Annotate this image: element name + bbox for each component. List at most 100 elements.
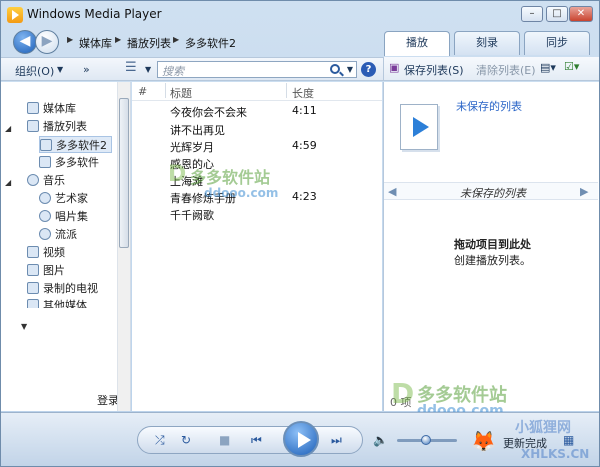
- sidebar-item-label: 多多软件: [55, 156, 99, 169]
- table-row[interactable]: 青春修炼手册 4:23: [166, 190, 382, 205]
- track-length: 4:23: [292, 190, 317, 203]
- repeat-icon[interactable]: ↻: [181, 433, 191, 447]
- genre-icon: [39, 228, 51, 240]
- sidebar-item-playlist-1[interactable]: 多多软件: [39, 154, 99, 171]
- column-divider: [165, 83, 166, 98]
- more-menu[interactable]: »: [83, 63, 90, 76]
- column-header-length[interactable]: 长度: [292, 85, 314, 101]
- sidebar-item-label: 多多软件2: [56, 139, 107, 152]
- volume-icon[interactable]: 🔈: [373, 433, 388, 447]
- play-button[interactable]: [283, 421, 319, 457]
- picture-icon: [27, 264, 39, 276]
- chevron-down-icon[interactable]: ▼: [21, 322, 27, 331]
- switch-view-icon[interactable]: ▦: [563, 433, 574, 447]
- track-length: 4:11: [292, 104, 317, 117]
- sidebar-item-genres[interactable]: 流派: [39, 226, 77, 243]
- forward-button[interactable]: ▶: [35, 30, 59, 54]
- playlist-bar-label: 未保存的列表: [460, 187, 526, 200]
- table-row[interactable]: 今夜你会不会来 4:11: [166, 104, 382, 119]
- volume-slider-thumb[interactable]: [421, 435, 431, 445]
- sidebar-item-albums[interactable]: 唱片集: [39, 208, 88, 225]
- panel-tabs: 播放 刻录 同步: [384, 31, 599, 56]
- minimize-button[interactable]: –: [521, 6, 543, 22]
- sidebar-item-playlists[interactable]: 播放列表: [27, 118, 87, 135]
- login-link[interactable]: 登录: [97, 392, 119, 409]
- create-playlist-hint: 创建播放列表。: [454, 254, 531, 267]
- next-icon[interactable]: ⏭: [331, 433, 342, 448]
- sidebar-item-videos[interactable]: 视频: [27, 244, 65, 261]
- back-button[interactable]: ◀: [13, 30, 37, 54]
- library-icon: [27, 102, 39, 114]
- playlist-name[interactable]: 未保存的列表: [456, 98, 522, 114]
- view-options-icon[interactable]: ☰: [125, 60, 137, 75]
- close-button[interactable]: ✕: [569, 6, 593, 22]
- stop-icon[interactable]: ■: [219, 433, 230, 447]
- sidebar-item-pictures[interactable]: 图片: [27, 262, 65, 279]
- tab-burn[interactable]: 刻录: [454, 31, 520, 55]
- video-icon: [27, 246, 39, 258]
- media-player-window: Windows Media Player – □ ✕ ◀ ▶ ▶ 媒体库 ▶ 播…: [0, 0, 600, 467]
- track-title: 讲不出再见: [170, 124, 225, 137]
- item-count: 0 项: [390, 396, 412, 409]
- header-divider: [132, 100, 382, 101]
- track-title: 今夜你会不会来: [170, 106, 247, 119]
- save-icon: ▣: [389, 61, 400, 74]
- sidebar-item-label: 艺术家: [55, 192, 88, 205]
- sidebar-item-label: 播放列表: [43, 120, 87, 133]
- music-note-icon: [27, 174, 39, 186]
- table-row[interactable]: 上海滩: [166, 173, 382, 188]
- playback-controls: ⤮ ↻ ■ ⏮ ⏭ 🔈 🦊 更新完成 ▦ 小狐狸网 XHLKS.CN: [1, 412, 599, 466]
- view-options-dropdown[interactable]: ▼: [145, 65, 151, 74]
- scrollbar-thumb[interactable]: [119, 98, 129, 248]
- playlist-icon: [40, 139, 52, 151]
- save-list-button[interactable]: 保存列表(S): [404, 62, 464, 78]
- column-header-title[interactable]: 标题: [170, 85, 192, 101]
- previous-icon[interactable]: ⏮: [251, 433, 262, 448]
- sidebar-item-recorded-tv[interactable]: 录制的电视: [27, 280, 98, 297]
- sidebar-item-label: 其他媒体: [43, 299, 87, 308]
- organize-menu[interactable]: 组织(O): [15, 63, 54, 79]
- track-title: 千千阙歌: [170, 209, 214, 222]
- column-header-number[interactable]: #: [138, 85, 147, 98]
- breadcrumb-separator-icon: ▶: [67, 35, 74, 44]
- search-input[interactable]: 搜索 ▼: [157, 61, 357, 78]
- sidebar-item-library[interactable]: 媒体库: [27, 100, 76, 117]
- search-icon[interactable]: [330, 64, 340, 74]
- expand-icon[interactable]: ◢: [5, 178, 11, 187]
- table-row[interactable]: 光辉岁月 4:59: [166, 139, 382, 154]
- sidebar-item-music[interactable]: 音乐: [27, 172, 65, 189]
- chevron-down-icon[interactable]: ▼: [57, 65, 63, 74]
- sidebar-item-playlist-2[interactable]: 多多软件2: [39, 136, 112, 153]
- drag-hint: 拖动项目到此处: [454, 238, 531, 251]
- search-dropdown-icon[interactable]: ▼: [347, 65, 353, 74]
- playlist-pane: 未保存的列表 ◀ 未保存的列表 ▶ 拖动项目到此处 创建播放列表。 0 项: [383, 82, 599, 411]
- artist-icon: [39, 192, 51, 204]
- shuffle-icon[interactable]: ⤮: [155, 433, 165, 448]
- breadcrumb-playlists[interactable]: 播放列表: [127, 35, 171, 51]
- playlist-icon: [400, 104, 438, 150]
- tab-play[interactable]: 播放: [384, 31, 450, 56]
- table-row[interactable]: 讲不出再见: [166, 122, 382, 137]
- sidebar-scrollbar[interactable]: [117, 82, 130, 411]
- sidebar-item-label: 音乐: [43, 174, 65, 187]
- breadcrumb-library[interactable]: 媒体库: [79, 35, 112, 51]
- list-options-icon[interactable]: ▤▾: [540, 61, 556, 74]
- checkmark-icon[interactable]: ☑▾: [564, 60, 579, 73]
- arrow-left-icon[interactable]: ◀: [388, 185, 396, 198]
- sidebar-item-other-media[interactable]: 其他媒体: [27, 298, 87, 308]
- playlist-icon: [27, 120, 39, 132]
- help-icon[interactable]: ?: [361, 62, 376, 77]
- sidebar-item-artists[interactable]: 艺术家: [39, 190, 88, 207]
- expand-icon[interactable]: ◢: [5, 124, 11, 133]
- search-placeholder: 搜索: [162, 65, 184, 78]
- clear-list-button[interactable]: 清除列表(E): [476, 62, 536, 78]
- arrow-right-icon[interactable]: ▶: [580, 185, 588, 198]
- breadcrumb-current[interactable]: 多多软件2: [185, 35, 236, 51]
- track-title: 上海滩: [170, 175, 203, 188]
- album-icon: [39, 210, 51, 222]
- table-row[interactable]: 千千阙歌: [166, 207, 382, 222]
- table-row[interactable]: 感恩的心: [166, 156, 382, 171]
- maximize-button[interactable]: □: [546, 6, 568, 22]
- tab-sync[interactable]: 同步: [524, 31, 590, 55]
- track-title: 感恩的心: [170, 158, 214, 171]
